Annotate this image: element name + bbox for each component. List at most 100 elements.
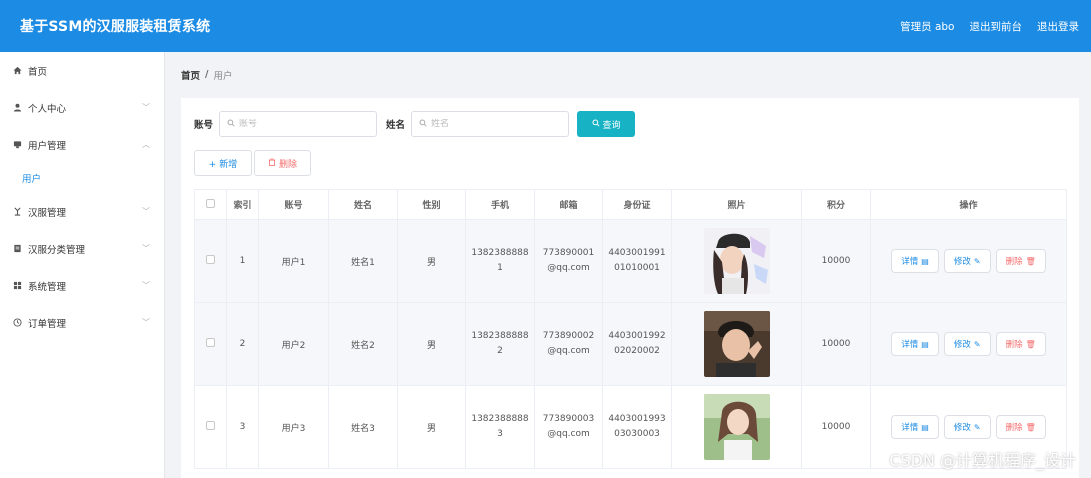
chevron-down-icon: ﹀ xyxy=(142,207,150,216)
name-label: 姓名 xyxy=(386,120,406,131)
trash-icon: 🗑 xyxy=(1025,339,1036,349)
detail-button[interactable]: 详情 ▤ xyxy=(891,249,939,273)
delete-button-label: 删除 xyxy=(1005,340,1023,350)
sidebar-item-order-management[interactable]: 订单管理 ﹀ xyxy=(0,304,164,341)
phone-text: 3 xyxy=(497,429,503,439)
action-bar: + 新增 删除 xyxy=(194,150,311,176)
trash-icon: 🗑 xyxy=(1025,256,1036,266)
add-button[interactable]: + 新增 xyxy=(194,150,252,176)
points-cell: 10000 xyxy=(801,219,871,303)
row-select-cell xyxy=(194,219,227,303)
chevron-down-icon: ﹀ xyxy=(142,318,150,327)
trash-icon xyxy=(268,157,276,169)
detail-button[interactable]: 详情 ▤ xyxy=(891,415,939,439)
id-card-text: 02020002 xyxy=(614,346,660,356)
chevron-up-icon: ︿ xyxy=(142,140,150,149)
trash-icon: 🗑 xyxy=(1025,422,1036,432)
batch-delete-button[interactable]: 删除 xyxy=(254,150,311,176)
user-manage-icon xyxy=(12,140,22,150)
sidebar-item-label: 用户管理 xyxy=(28,140,67,152)
id-card-cell: 4403001992 02020002 xyxy=(602,302,672,386)
sidebar-item-profile[interactable]: 个人中心 ﹀ xyxy=(0,89,164,126)
query-button-label: 查询 xyxy=(602,120,621,131)
email-text: 773890002 xyxy=(542,331,595,341)
sidebar-item-label: 系统管理 xyxy=(28,281,67,293)
index-cell: 2 xyxy=(226,302,259,386)
phone-text: 2 xyxy=(497,346,503,356)
top-header: 基于SSM的汉服服装租赁系统 管理员 abo 退出到前台 退出登录 xyxy=(0,0,1091,52)
column-header: 邮箱 xyxy=(534,189,603,220)
gender-cell: 男 xyxy=(397,219,466,303)
points-cell: 10000 xyxy=(801,385,871,469)
breadcrumb-home[interactable]: 首页 xyxy=(181,68,200,82)
edit-icon: ✎ xyxy=(973,422,981,432)
delete-button[interactable]: 删除 🗑 xyxy=(995,332,1046,356)
select-all-cell xyxy=(194,189,227,220)
exit-to-front-link[interactable]: 退出到前台 xyxy=(970,19,1023,34)
document-icon: ▤ xyxy=(921,339,929,349)
phone-text: 1 xyxy=(497,263,503,273)
delete-button-label: 删除 xyxy=(1005,257,1023,267)
table-row: 1 用户1 姓名1 男 1382388888 1 773890001 @qq.com… xyxy=(194,219,1067,303)
search-icon xyxy=(419,118,427,130)
row-checkbox[interactable] xyxy=(206,421,215,430)
delete-button[interactable]: 删除 🗑 xyxy=(995,249,1046,273)
sidebar-item-system-management[interactable]: 系统管理 ﹀ xyxy=(0,267,164,304)
name-cell: 姓名3 xyxy=(328,385,398,469)
order-icon xyxy=(12,318,22,328)
email-text: 773890001 xyxy=(542,248,595,258)
edit-button-label: 修改 xyxy=(953,340,971,350)
photo-cell xyxy=(671,302,802,386)
chevron-down-icon: ﹀ xyxy=(142,281,150,290)
logout-link[interactable]: 退出登录 xyxy=(1037,19,1079,34)
name-input[interactable] xyxy=(431,119,552,129)
table-row: 2 用户2 姓名2 男 1382388888 2 773890002 @qq.com… xyxy=(194,302,1067,386)
edit-icon: ✎ xyxy=(973,256,981,266)
edit-button[interactable]: 修改 ✎ xyxy=(943,332,991,356)
edit-button[interactable]: 修改 ✎ xyxy=(943,415,991,439)
account-cell: 用户1 xyxy=(258,219,329,303)
phone-cell: 1382388888 2 xyxy=(465,302,535,386)
grid-icon xyxy=(12,281,22,291)
email-cell: 773890003 @qq.com xyxy=(534,385,603,469)
sidebar-item-label: 订单管理 xyxy=(28,318,67,330)
sidebar-item-label: 用户 xyxy=(22,174,42,185)
breadcrumb-separator: / xyxy=(205,69,209,80)
gender-cell: 男 xyxy=(397,385,466,469)
row-select-cell xyxy=(194,385,227,469)
query-button[interactable]: 查询 xyxy=(577,111,636,137)
detail-button[interactable]: 详情 ▤ xyxy=(891,332,939,356)
sidebar-item-home[interactable]: 首页 xyxy=(0,52,164,89)
email-text: @qq.com xyxy=(547,346,590,356)
delete-button[interactable]: 删除 🗑 xyxy=(995,415,1046,439)
sidebar-item-hanfu-management[interactable]: 汉服管理 ﹀ xyxy=(0,193,164,230)
account-input[interactable] xyxy=(239,119,360,129)
user-icon xyxy=(12,103,22,113)
sidebar: 首页 个人中心 ﹀ 用户管理 ︿ 用户 汉服管理 ﹀ 汉服分类管理 ﹀ 系统管理… xyxy=(0,52,165,478)
phone-cell: 1382388888 1 xyxy=(465,219,535,303)
operations-cell: 详情 ▤ 修改 ✎ 删除 🗑 xyxy=(870,219,1067,303)
sidebar-item-hanfu-category[interactable]: 汉服分类管理 ﹀ xyxy=(0,230,164,267)
column-header: 照片 xyxy=(671,189,802,220)
user-photo xyxy=(703,394,770,460)
table-header-row: 索引 账号 姓名 性别 手机 邮箱 身份证 照片 积分 操作 xyxy=(194,189,1067,220)
add-button-label: + 新增 xyxy=(208,159,238,170)
content-card: 账号 姓名 查询 + 新增 xyxy=(181,98,1079,478)
detail-button-label: 详情 xyxy=(901,257,919,267)
edit-button[interactable]: 修改 ✎ xyxy=(943,249,991,273)
sidebar-item-user-management[interactable]: 用户管理 ︿ xyxy=(0,126,164,163)
search-bar: 账号 姓名 查询 xyxy=(194,111,636,137)
sidebar-item-users[interactable]: 用户 xyxy=(0,163,164,193)
index-cell: 3 xyxy=(226,385,259,469)
id-card-text: 4403001992 xyxy=(608,331,666,341)
delete-button-label: 删除 xyxy=(1005,423,1023,433)
id-card-text: 03030003 xyxy=(614,429,660,439)
row-checkbox[interactable] xyxy=(206,255,215,264)
phone-text: 1382388888 xyxy=(471,248,529,258)
select-all-checkbox[interactable] xyxy=(206,198,215,208)
photo-cell xyxy=(671,385,802,469)
app-title: 基于SSM的汉服服装租赁系统 xyxy=(20,19,211,35)
id-card-cell: 4403001991 01010001 xyxy=(602,219,672,303)
name-search-field xyxy=(411,111,570,137)
row-checkbox[interactable] xyxy=(206,338,215,347)
